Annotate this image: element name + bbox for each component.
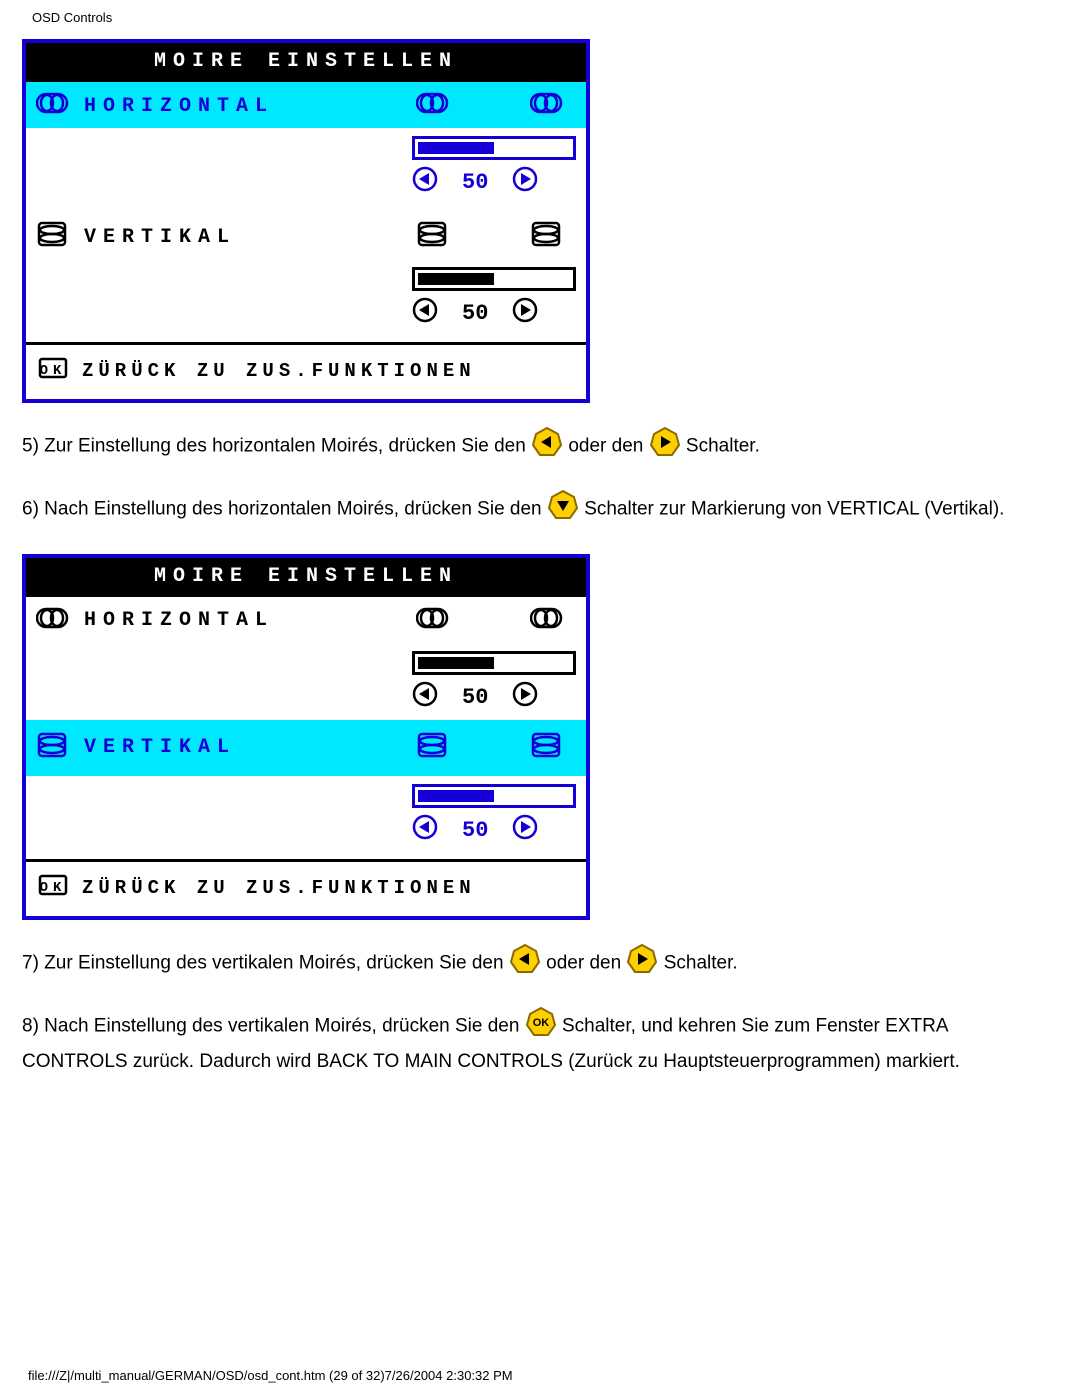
osd-row-vertical-value: 50 xyxy=(26,259,586,336)
moire-horizontal-icon xyxy=(530,90,564,122)
osd-row-vertical-value: 50 xyxy=(26,776,586,853)
slider-value: 50 xyxy=(462,818,488,843)
slider-bar xyxy=(412,784,576,808)
osd-back-label: ZÜRÜCK ZU ZUS.FUNKTIONEN xyxy=(82,360,476,382)
osd-title: MOIRE EINSTELLEN xyxy=(26,558,586,597)
osd-title: MOIRE EINSTELLEN xyxy=(26,43,586,82)
osd-row-horizontal[interactable]: HORIZONTAL xyxy=(26,597,586,643)
left-button-icon xyxy=(510,944,540,983)
ok-icon xyxy=(38,872,68,904)
osd-label: VERTIKAL xyxy=(84,736,236,759)
arrow-right-icon[interactable] xyxy=(512,297,538,330)
osd-label: VERTIKAL xyxy=(84,226,236,249)
slider-value: 50 xyxy=(462,301,488,326)
arrow-left-icon[interactable] xyxy=(412,166,438,199)
arrow-left-icon[interactable] xyxy=(412,814,438,847)
osd-row-horizontal-value: 50 xyxy=(26,128,586,205)
arrow-left-icon[interactable] xyxy=(412,681,438,714)
step-6: 6) Nach Einstellung des horizontalen Moi… xyxy=(22,490,1058,529)
moire-vertical-icon xyxy=(36,221,70,253)
svg-text:OK: OK xyxy=(532,1017,549,1029)
moire-vertical-icon xyxy=(416,221,450,253)
slider-value: 50 xyxy=(462,170,488,195)
left-button-icon xyxy=(532,427,562,466)
moire-horizontal-icon xyxy=(530,605,564,637)
arrow-right-icon[interactable] xyxy=(512,166,538,199)
moire-horizontal-icon xyxy=(36,90,70,122)
osd-back-row[interactable]: ZÜRÜCK ZU ZUS.FUNKTIONEN xyxy=(26,345,586,399)
slider-value: 50 xyxy=(462,685,488,710)
step-5: 5) Zur Einstellung des horizontalen Moir… xyxy=(22,427,1058,466)
arrow-left-icon[interactable] xyxy=(412,297,438,330)
moire-vertical-icon xyxy=(530,221,564,253)
osd-row-vertical[interactable]: VERTIKAL xyxy=(26,720,586,776)
slider-bar xyxy=(412,267,576,291)
step-8: 8) Nach Einstellung des vertikalen Moiré… xyxy=(22,1007,1058,1076)
page-footer: file:///Z|/multi_manual/GERMAN/OSD/osd_c… xyxy=(28,1368,513,1383)
osd-row-vertical[interactable]: VERTIKAL xyxy=(26,205,586,259)
osd-panel-horizontal: MOIRE EINSTELLEN HORIZONTAL xyxy=(22,39,590,403)
osd-row-horizontal[interactable]: HORIZONTAL xyxy=(26,82,586,128)
osd-row-horizontal-value: 50 xyxy=(26,643,586,720)
moire-horizontal-icon xyxy=(416,605,450,637)
page-header: OSD Controls xyxy=(22,0,1058,39)
arrow-right-icon[interactable] xyxy=(512,814,538,847)
moire-horizontal-icon xyxy=(416,90,450,122)
moire-vertical-icon xyxy=(416,732,450,764)
ok-icon xyxy=(38,355,68,387)
slider-bar xyxy=(412,136,576,160)
right-button-icon xyxy=(650,427,680,466)
osd-panel-vertical: MOIRE EINSTELLEN HORIZONTAL xyxy=(22,554,590,920)
ok-button-icon: OK xyxy=(526,1007,556,1046)
down-button-icon xyxy=(548,490,578,529)
osd-label: HORIZONTAL xyxy=(84,95,274,118)
osd-back-row[interactable]: ZÜRÜCK ZU ZUS.FUNKTIONEN xyxy=(26,862,586,916)
right-button-icon xyxy=(627,944,657,983)
step-7: 7) Zur Einstellung des vertikalen Moirés… xyxy=(22,944,1058,983)
osd-label: HORIZONTAL xyxy=(84,609,274,632)
arrow-right-icon[interactable] xyxy=(512,681,538,714)
slider-bar xyxy=(412,651,576,675)
moire-vertical-icon xyxy=(530,732,564,764)
moire-vertical-icon xyxy=(36,732,70,764)
osd-back-label: ZÜRÜCK ZU ZUS.FUNKTIONEN xyxy=(82,877,476,899)
moire-horizontal-icon xyxy=(36,605,70,637)
